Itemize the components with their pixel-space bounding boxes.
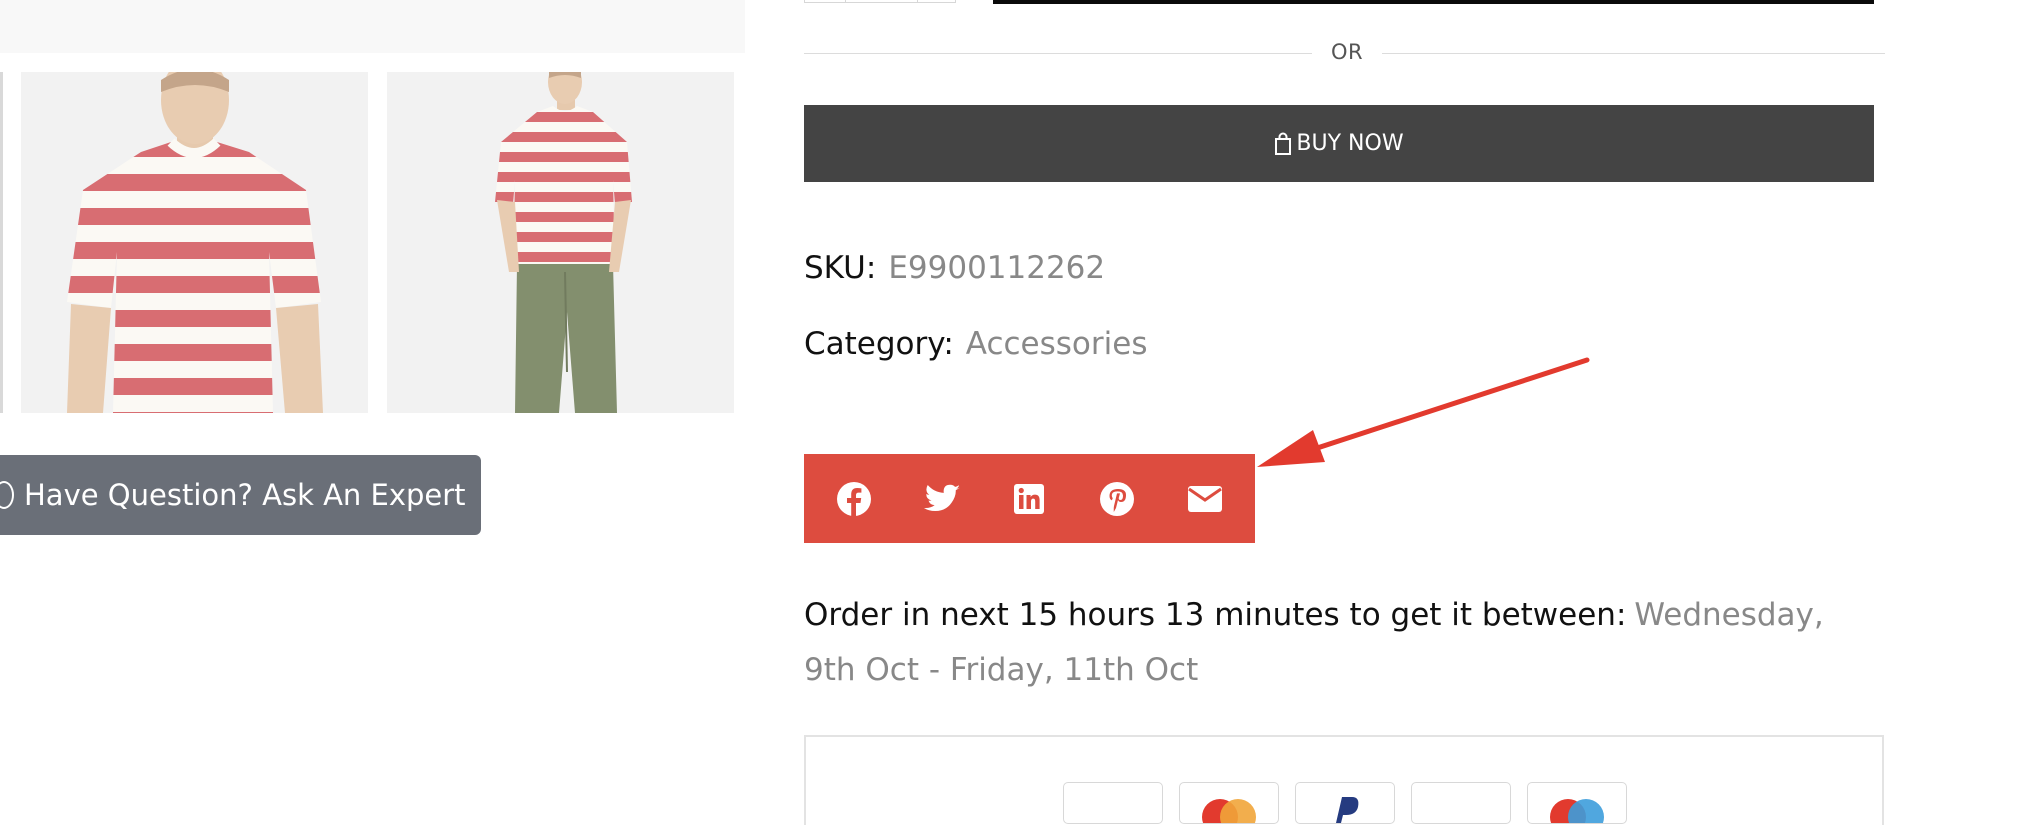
visa-card-icon	[1063, 782, 1163, 824]
facebook-icon	[836, 481, 871, 517]
email-icon	[1188, 485, 1223, 512]
product-thumbnail-2[interactable]	[387, 72, 734, 413]
sku-row: SKU: E9900112262	[804, 250, 1105, 286]
social-share-bar	[804, 454, 1255, 543]
product-thumbnail-1[interactable]	[21, 72, 368, 413]
sku-value: E9900112262	[888, 250, 1106, 286]
twitter-icon	[923, 484, 960, 511]
category-row: Category: Accessories	[804, 326, 1147, 362]
share-pinterest-button[interactable]	[1087, 469, 1147, 529]
or-divider-text: OR	[1330, 40, 1364, 64]
pinterest-icon	[1100, 481, 1135, 516]
delivery-lead-text: Order in next 15 hours 13 minutes to get…	[804, 597, 1627, 633]
ask-expert-button[interactable]: Have Question? Ask An Expert	[0, 455, 481, 535]
amex-card-icon	[1411, 782, 1511, 824]
share-linkedin-button[interactable]	[999, 469, 1059, 529]
buy-now-label: BUY NOW	[1296, 131, 1404, 156]
divider-line-right	[1382, 53, 1885, 54]
maestro-icon	[1527, 782, 1627, 824]
quantity-minus-divider	[845, 0, 846, 2]
share-twitter-button[interactable]	[912, 469, 972, 529]
add-to-cart-button[interactable]	[993, 0, 1874, 4]
annotation-arrow	[1257, 357, 1590, 467]
category-label: Category:	[804, 326, 954, 362]
sku-label: SKU:	[804, 250, 877, 286]
delivery-estimate: Order in next 15 hours 13 minutes to get…	[804, 588, 1884, 698]
quantity-plus-divider	[917, 0, 918, 2]
category-link[interactable]: Accessories	[966, 326, 1148, 362]
mastercard-icon	[1179, 782, 1279, 824]
paypal-icon	[1295, 782, 1395, 824]
linkedin-icon	[1014, 483, 1045, 514]
quantity-stepper[interactable]	[804, 0, 956, 3]
share-email-button[interactable]	[1175, 469, 1235, 529]
main-image-bottom-edge	[0, 0, 745, 53]
buy-now-button[interactable]: BUY NOW	[804, 105, 1874, 182]
share-facebook-button[interactable]	[824, 469, 884, 529]
shopping-bag-icon	[1274, 132, 1292, 156]
thumbnail-partial[interactable]	[0, 72, 3, 413]
divider-line-left	[804, 53, 1312, 54]
question-circle-icon	[0, 481, 14, 509]
ask-expert-label: Have Question? Ask An Expert	[24, 478, 466, 512]
